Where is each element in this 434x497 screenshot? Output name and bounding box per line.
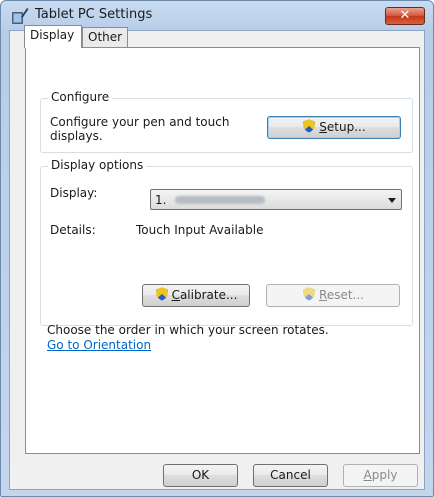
tablet-pen-icon — [12, 8, 29, 24]
close-icon: ✕ — [399, 8, 411, 23]
redacted-display-name — [175, 196, 265, 204]
chevron-down-icon — [388, 198, 396, 203]
calibrate-accel: C — [171, 288, 180, 302]
configure-group-label: Configure — [48, 90, 113, 104]
configure-description: Configure your pen and touch displays. — [50, 115, 230, 143]
setup-accel: S — [319, 120, 327, 134]
display-tab-panel: Configure Configure your pen and touch d… — [25, 47, 420, 454]
cancel-button[interactable]: Cancel — [253, 464, 328, 487]
tab-label: Other — [88, 30, 123, 44]
uac-shield-icon — [155, 287, 168, 301]
display-options-group-label: Display options — [48, 158, 147, 172]
reset-accel: R — [319, 288, 327, 302]
reset-label: eset... — [326, 288, 364, 302]
apply-accel: A — [363, 468, 372, 482]
display-select[interactable]: 1. — [150, 189, 402, 210]
ok-button[interactable]: OK — [163, 464, 238, 487]
tab-other[interactable]: Other — [82, 27, 128, 48]
details-label: Details: — [50, 223, 96, 237]
apply-button[interactable]: Apply — [343, 464, 418, 487]
cancel-label: Cancel — [270, 468, 311, 482]
display-label: Display: — [50, 186, 98, 200]
uac-shield-icon — [303, 287, 315, 301]
ok-label: OK — [191, 468, 210, 482]
reset-button[interactable]: Reset... — [266, 284, 400, 307]
tab-label: Display — [30, 28, 75, 42]
calibrate-button[interactable]: Calibrate... — [142, 284, 250, 307]
go-to-orientation-link[interactable]: Go to Orientation — [47, 338, 151, 352]
details-value: Touch Input Available — [136, 223, 264, 237]
display-select-value: 1. — [155, 193, 167, 207]
setup-button[interactable]: Setup... — [267, 116, 401, 139]
close-button[interactable]: ✕ — [385, 7, 425, 25]
window-title: Tablet PC Settings — [35, 7, 153, 22]
orientation-text: Choose the order in which your screen ro… — [47, 323, 329, 337]
tab-display[interactable]: Display — [24, 25, 82, 48]
setup-label: etup... — [326, 120, 366, 134]
calibrate-label: alibrate... — [179, 288, 238, 302]
apply-label: pply — [371, 468, 398, 482]
uac-shield-icon — [303, 119, 316, 133]
